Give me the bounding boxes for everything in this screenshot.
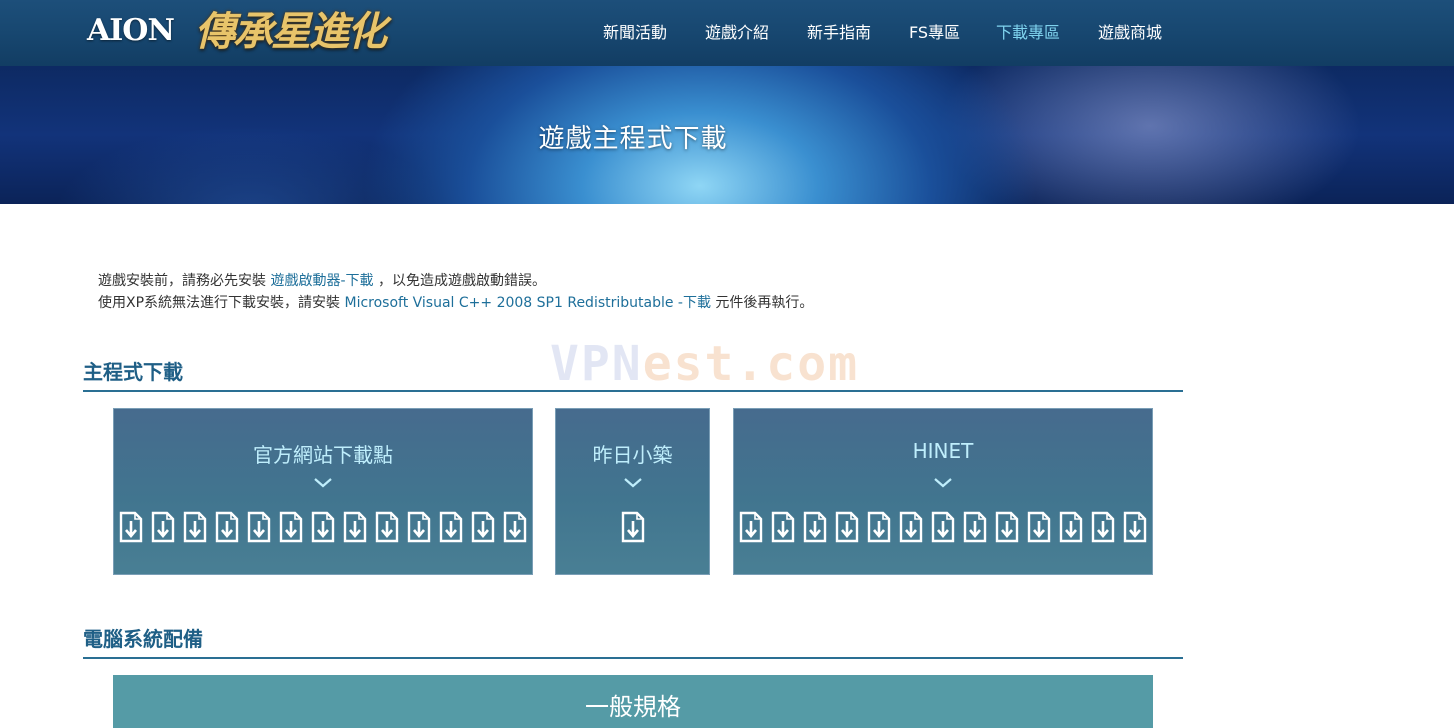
file-download-icon[interactable] xyxy=(502,511,528,543)
section-heading-text: 主程式下載 xyxy=(83,360,183,384)
download-box-hinet: HINET xyxy=(733,408,1153,575)
file-download-icon[interactable] xyxy=(374,511,400,543)
file-download-icon[interactable] xyxy=(834,511,860,543)
file-download-icon[interactable] xyxy=(406,511,432,543)
chevron-down-icon xyxy=(934,478,952,488)
file-download-icon[interactable] xyxy=(182,511,208,543)
download-box-title: 官方網站下載點 xyxy=(253,443,393,467)
file-download-icon[interactable] xyxy=(1090,511,1116,543)
nav-item-downloads[interactable]: 下載專區 xyxy=(996,22,1060,44)
nav-item-beginner-guide[interactable]: 新手指南 xyxy=(807,22,871,44)
file-download-icon[interactable] xyxy=(866,511,892,543)
file-download-icon[interactable] xyxy=(342,511,368,543)
nav-item-fs-zone[interactable]: FS專區 xyxy=(909,22,960,44)
file-download-icon[interactable] xyxy=(620,511,646,543)
hero-banner: 遊戲主程式下載 xyxy=(0,66,1454,204)
spec-title: 一般規格 xyxy=(585,693,681,721)
file-download-icon[interactable] xyxy=(118,511,144,543)
aion-logo[interactable]: AION xyxy=(87,14,175,48)
file-download-icon[interactable] xyxy=(150,511,176,543)
file-download-icon[interactable] xyxy=(246,511,272,543)
file-download-icon[interactable] xyxy=(1058,511,1084,543)
file-download-icon[interactable] xyxy=(962,511,988,543)
page-title: 遊戲主程式下載 xyxy=(538,124,728,154)
file-download-icon[interactable] xyxy=(802,511,828,543)
file-download-icon[interactable] xyxy=(1122,511,1148,543)
game-subtitle-logo[interactable]: 傳承星進化 xyxy=(195,4,387,60)
note-text: 使用XP系統無法進行下載安裝，請安裝 xyxy=(98,295,345,311)
file-download-icon[interactable] xyxy=(1026,511,1052,543)
file-download-icon[interactable] xyxy=(898,511,924,543)
file-download-icon[interactable] xyxy=(994,511,1020,543)
spec-table-header: 一般規格 xyxy=(113,675,1153,728)
section-heading-system-requirements: 電腦系統配備 xyxy=(83,623,1183,659)
download-link-row xyxy=(556,511,709,547)
note-line-vcredist: 使用XP系統無法進行下載安裝，請安裝 Microsoft Visual C++ … xyxy=(98,292,813,314)
nav-item-game-intro[interactable]: 遊戲介紹 xyxy=(705,22,769,44)
download-link-row xyxy=(114,511,532,547)
note-line-launcher: 遊戲安裝前，請務必先安裝 遊戲啟動器-下載 ，以免造成遊戲啟動錯誤。 xyxy=(98,270,813,292)
file-download-icon[interactable] xyxy=(470,511,496,543)
file-download-icon[interactable] xyxy=(214,511,240,543)
download-box-yesterday: 昨日小築 xyxy=(555,408,710,575)
vcredist-download-link[interactable]: Microsoft Visual C++ 2008 SP1 Redistribu… xyxy=(344,295,711,311)
file-download-icon[interactable] xyxy=(738,511,764,543)
note-text: 元件後再執行。 xyxy=(710,295,814,311)
download-box-title: 昨日小築 xyxy=(592,443,673,467)
chevron-down-icon xyxy=(314,478,332,488)
file-download-icon[interactable] xyxy=(438,511,464,543)
file-download-icon[interactable] xyxy=(770,511,796,543)
nav-item-shop[interactable]: 遊戲商城 xyxy=(1098,22,1162,44)
download-box-title: HINET xyxy=(912,439,974,463)
section-heading-main-download: 主程式下載 xyxy=(83,356,1183,392)
file-download-icon[interactable] xyxy=(930,511,956,543)
file-download-icon[interactable] xyxy=(278,511,304,543)
launcher-download-link[interactable]: 遊戲啟動器-下載 xyxy=(270,273,373,289)
file-download-icon[interactable] xyxy=(310,511,336,543)
download-box-official: 官方網站下載點 xyxy=(113,408,533,575)
note-text: 遊戲安裝前，請務必先安裝 xyxy=(98,273,271,289)
section-heading-text: 電腦系統配備 xyxy=(83,627,203,651)
chevron-down-icon xyxy=(623,478,642,488)
nav-item-news[interactable]: 新聞活動 xyxy=(603,22,667,44)
download-link-row xyxy=(734,511,1152,547)
note-text: ，以免造成遊戲啟動錯誤。 xyxy=(373,273,546,289)
top-navigation-bar: AION 傳承星進化 新聞活動 遊戲介紹 新手指南 FS專區 下載專區 遊戲商城 xyxy=(0,0,1454,66)
install-notes: 遊戲安裝前，請務必先安裝 遊戲啟動器-下載 ，以免造成遊戲啟動錯誤。 使用XP系… xyxy=(98,270,813,314)
